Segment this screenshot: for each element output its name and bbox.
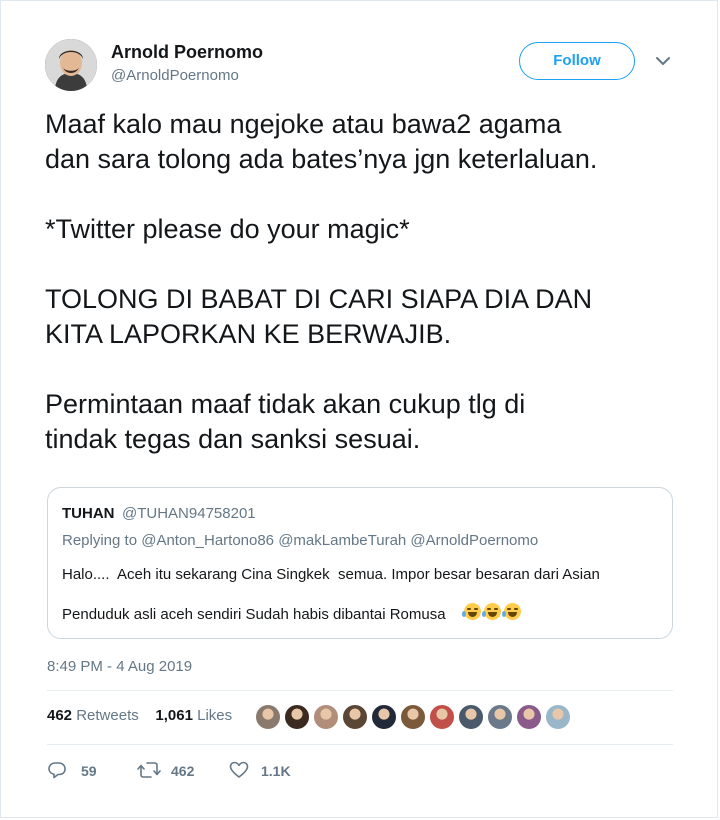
tweet-line: KITA LAPORKAN KE BERWAJIB. (45, 319, 452, 349)
likes-count: 1,061 (155, 707, 193, 724)
liker-avatar[interactable] (371, 704, 397, 730)
liker-avatar[interactable] (313, 704, 339, 730)
likes-stat[interactable]: 1,061 Likes (155, 707, 232, 724)
tweet-timestamp[interactable]: 8:49 PM - 4 Aug 2019 (47, 658, 192, 675)
tweet-line: dan sara tolong ada bates’nya jgn keterl… (45, 144, 598, 174)
follow-button[interactable]: Follow (519, 42, 635, 80)
quoted-author-name: TUHAN (62, 505, 115, 522)
tweet-line-gap (45, 247, 685, 282)
chevron-down-icon[interactable] (653, 51, 673, 71)
emoji-row (462, 603, 524, 623)
tears-of-joy-emoji-icon (502, 603, 521, 621)
tweet-header: Arnold Poernomo @ArnoldPoernomo Follow (45, 39, 685, 95)
quoted-author-handle: @TUHAN94758201 (122, 505, 256, 522)
liker-avatar[interactable] (487, 704, 513, 730)
author-name[interactable]: Arnold Poernomo (111, 42, 263, 63)
retweet-icon (137, 762, 161, 778)
avatar-illustration (45, 39, 97, 91)
divider (47, 744, 673, 745)
tweet-line-gap (45, 352, 685, 387)
retweets-count: 462 (47, 707, 73, 724)
tweet-line: Permintaan maaf tidak akan cukup tlg di (45, 389, 526, 419)
tears-of-joy-emoji-icon (482, 603, 501, 621)
liker-avatars (255, 704, 574, 732)
liker-avatar[interactable] (545, 704, 571, 730)
author-handle[interactable]: @ArnoldPoernomo (111, 67, 239, 84)
tweet-line: tindak tegas dan sanksi sesuai. (45, 424, 421, 454)
tweet-line: TOLONG DI BABAT DI CARI SIAPA DIA DAN (45, 284, 593, 314)
retweets-stat[interactable]: 462 Retweets (47, 707, 139, 724)
liker-avatar[interactable] (516, 704, 542, 730)
retweet-count: 462 (171, 763, 195, 779)
liker-avatar[interactable] (255, 704, 281, 730)
liker-avatar[interactable] (400, 704, 426, 730)
tweet-stats: 462 Retweets 1,061 Likes (47, 707, 232, 731)
liker-avatar[interactable] (342, 704, 368, 730)
avatar[interactable] (45, 39, 97, 91)
quoted-text-line: Penduduk asli aceh sendiri Sudah habis d… (62, 606, 446, 623)
retweets-label: Retweets (76, 707, 139, 724)
heart-icon (229, 761, 249, 778)
reply-count: 59 (81, 763, 97, 779)
like-count: 1.1K (261, 763, 291, 779)
reply-icon (48, 762, 66, 779)
tweet-line: *Twitter please do your magic* (45, 214, 410, 244)
tweet-card: Arnold Poernomo @ArnoldPoernomo Follow M… (0, 0, 718, 818)
tears-of-joy-emoji-icon (462, 603, 481, 621)
quoted-replying-to: Replying to @Anton_Hartono86 @makLambeTu… (62, 532, 539, 549)
tweet-text: Maaf kalo mau ngejoke atau bawa2 agama d… (45, 107, 685, 457)
liker-avatar[interactable] (458, 704, 484, 730)
liker-avatar[interactable] (429, 704, 455, 730)
quoted-tweet[interactable]: TUHAN @TUHAN94758201 Replying to @Anton_… (47, 487, 673, 639)
tweet-line-gap (45, 177, 685, 212)
tweet-line: Maaf kalo mau ngejoke atau bawa2 agama (45, 109, 562, 139)
likes-label: Likes (197, 707, 233, 724)
liker-avatar[interactable] (284, 704, 310, 730)
quoted-text-line: Halo.... Aceh itu sekarang Cina Singkek … (62, 566, 600, 583)
divider (47, 690, 673, 691)
